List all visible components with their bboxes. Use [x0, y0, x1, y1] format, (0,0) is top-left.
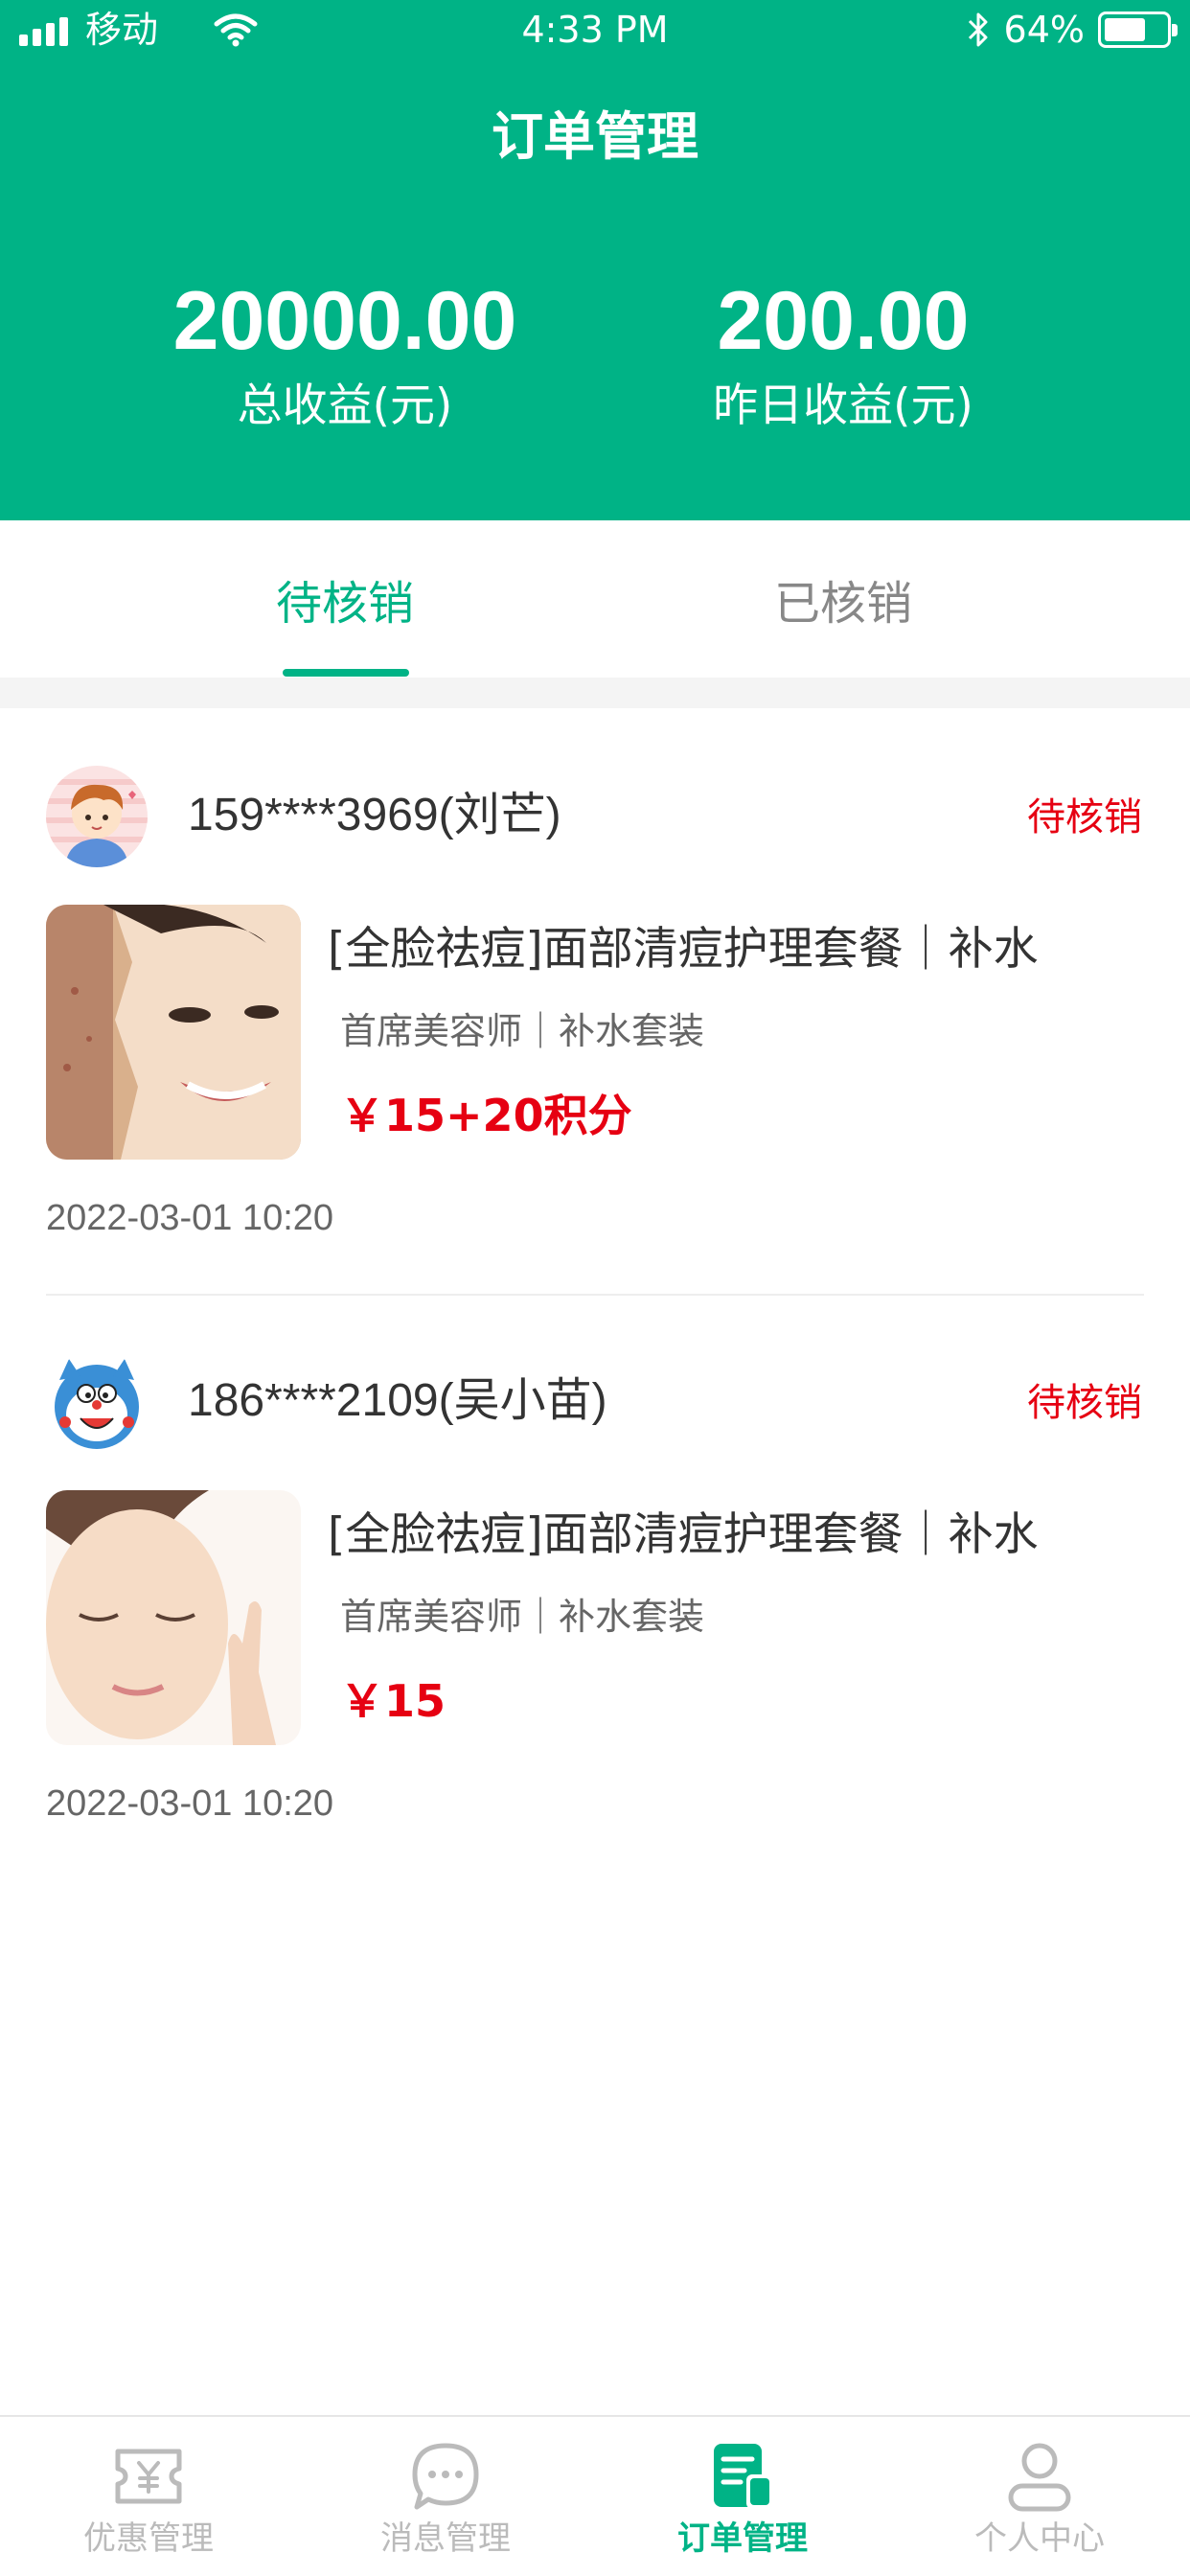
yesterday-earnings-label: 昨日收益(元): [713, 380, 973, 432]
nav-item-messages[interactable]: 消息管理: [297, 2417, 594, 2576]
header: 移动 4:33 PM 64% 订单管理 20000.00 总收益(元) 200.…: [0, 0, 1190, 520]
status-bar: 移动 4:33 PM 64%: [0, 0, 1190, 63]
product-title: [全脸祛痘]面部清痘护理套餐｜补水: [328, 1508, 1039, 1561]
yesterday-earnings: 200.00 昨日收益(元): [642, 273, 1044, 440]
status-badge: 待核销: [1027, 795, 1142, 840]
avatar: [46, 766, 148, 867]
product-image: [46, 905, 301, 1160]
nav-label: 个人中心: [974, 2519, 1105, 2558]
customer-name: 159****3969(刘芒): [188, 790, 561, 840]
nav-item-profile[interactable]: 个人中心: [891, 2417, 1188, 2576]
nav-label: 消息管理: [380, 2519, 511, 2558]
bluetooth-icon: [968, 12, 988, 47]
product-image: [46, 1490, 301, 1745]
active-tab-indicator: [283, 669, 409, 677]
nav-item-coupons[interactable]: 优惠管理: [0, 2417, 297, 2576]
tab-completed[interactable]: 已核销: [594, 573, 1092, 634]
nav-item-orders[interactable]: 订单管理: [594, 2417, 891, 2576]
product-spec: 首席美容师｜补水套装: [340, 1596, 705, 1638]
order-card[interactable]: 159****3969(刘芒) 待核销 [全脸祛痘]面部清痘护理套餐｜补水 首席…: [0, 708, 1190, 1296]
product-price: ￥15: [340, 1675, 446, 1727]
status-badge: 待核销: [1027, 1381, 1142, 1425]
nav-label: 优惠管理: [83, 2519, 214, 2558]
total-earnings: 20000.00 总收益(元): [144, 273, 546, 440]
yesterday-earnings-value: 200.00: [717, 275, 970, 367]
order-time: 2022-03-01 10:20: [46, 1198, 334, 1238]
battery-icon: [1098, 12, 1178, 48]
product-spec: 首席美容师｜补水套装: [340, 1010, 705, 1052]
order-card[interactable]: 186****2109(吴小苗) 待核销 [全脸祛痘]面部清痘护理套餐｜补水 首…: [0, 1294, 1190, 1869]
total-earnings-value: 20000.00: [172, 275, 517, 367]
section-divider: [0, 678, 1190, 708]
product-title: [全脸祛痘]面部清痘护理套餐｜补水: [328, 923, 1039, 976]
page-title: 订单管理: [492, 106, 698, 167]
nav-label: 订单管理: [677, 2519, 808, 2558]
coupon-icon: [115, 2449, 182, 2504]
battery-percent: 64%: [1003, 9, 1085, 51]
user-icon: [1008, 2443, 1071, 2512]
product-price: ￥15+20积分: [340, 1090, 632, 1141]
order-time: 2022-03-01 10:20: [46, 1783, 334, 1824]
message-icon: [412, 2443, 479, 2510]
avatar: [46, 1351, 148, 1453]
order-icon: [714, 2444, 773, 2509]
order-tabs: 待核销 已核销: [0, 520, 1190, 678]
total-earnings-label: 总收益(元): [237, 380, 453, 432]
tab-pending[interactable]: 待核销: [96, 573, 594, 634]
customer-name: 186****2109(吴小苗): [188, 1375, 607, 1426]
bottom-nav: 优惠管理 消息管理 订单管理 个人中心: [0, 2415, 1190, 2576]
